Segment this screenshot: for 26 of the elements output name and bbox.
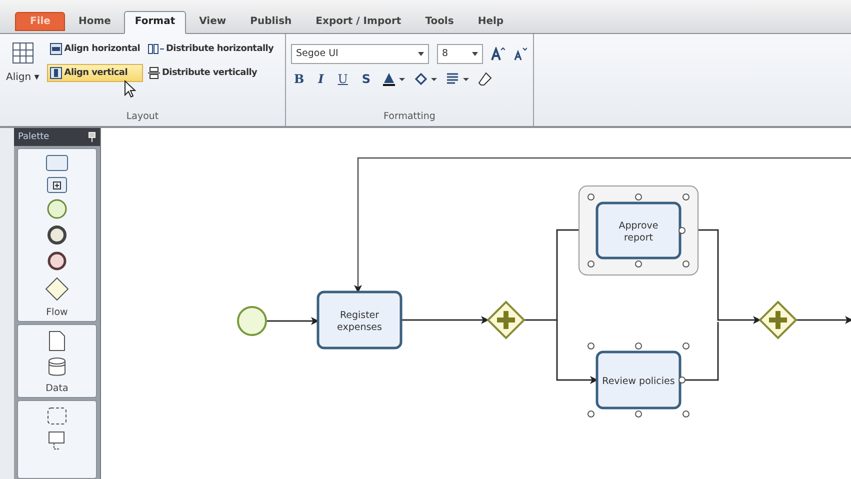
style-button[interactable]: S [358, 72, 374, 86]
ribbon-tab[interactable]: Publish [239, 10, 303, 34]
style-button[interactable]: I [315, 72, 327, 86]
ribbon-tab[interactable]: Help [466, 10, 515, 34]
ribbon-tab[interactable]: Tools [414, 10, 465, 34]
group-title: Formatting [382, 111, 436, 124]
group-title: Layout [125, 111, 160, 124]
style-button[interactable]: U [334, 72, 351, 86]
task-label: Approve report [618, 220, 658, 244]
ribbon-button[interactable]: Align vertical [47, 64, 144, 82]
section-label: Data [46, 383, 68, 394]
ribbon-tab[interactable]: Format [124, 10, 186, 34]
ribbon-button[interactable]: Distribute vertically [145, 64, 277, 82]
task-label: Register expenses [336, 310, 382, 333]
align-button[interactable]: Align ▾ [4, 40, 42, 85]
task-label: Review policies [602, 376, 675, 387]
font-field[interactable]: Segoe UI [291, 44, 429, 64]
palette-title: Palette [18, 132, 50, 142]
section-label: Flow [46, 307, 68, 318]
style-button[interactable]: B [291, 72, 308, 86]
ribbon-button[interactable]: Align horizontal [47, 40, 144, 58]
ribbon-button[interactable]: Distribute horizontally [145, 40, 277, 58]
ribbon-tab[interactable]: Export / Import [304, 10, 412, 34]
font-size-field[interactable]: 8 [437, 44, 483, 64]
ribbon-tab[interactable]: View [188, 10, 238, 34]
ribbon-tab[interactable]: Home [67, 10, 122, 34]
